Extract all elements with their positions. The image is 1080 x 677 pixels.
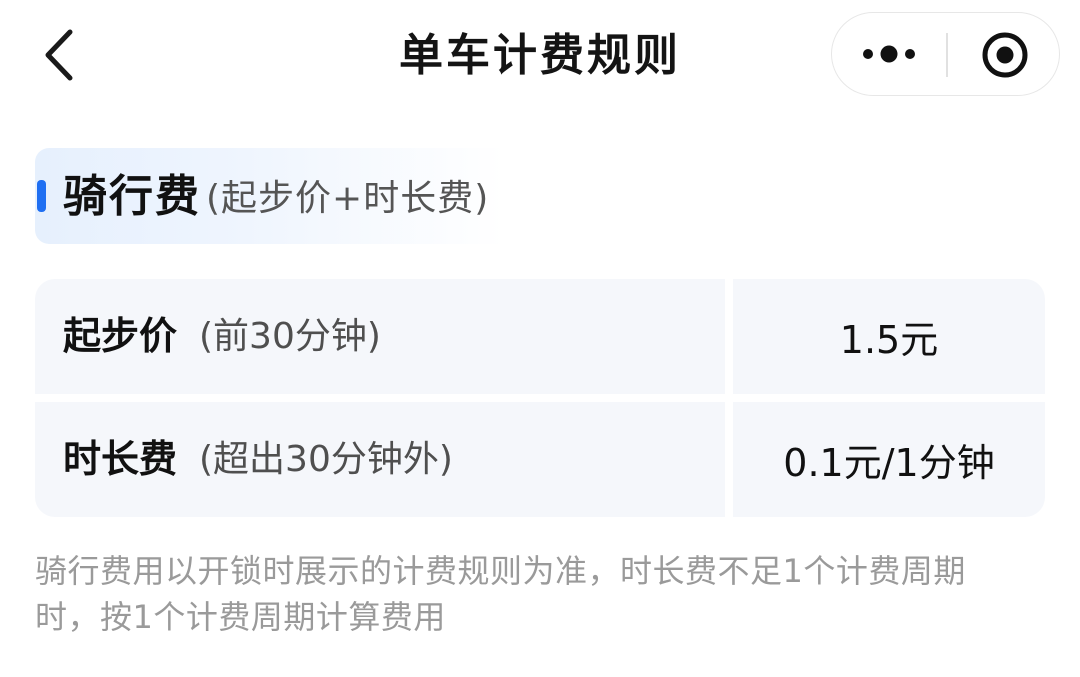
more-button[interactable] [832, 13, 946, 97]
billing-footnote: 骑行费用以开锁时展示的计费规则为准，时长费不足1个计费周期 时，按1个计费周期计… [35, 548, 1035, 640]
price-table: 起步价 (前30分钟) 1.5元 时长费 (超出30分钟外) 0.1元/1分钟 [35, 279, 1045, 517]
section-subtitle: (起步价+时长费) [206, 178, 490, 219]
fee-item-cell: 时长费 (超出30分钟外) [35, 402, 725, 517]
section-title: 骑行费 [63, 171, 201, 222]
fee-price: 1.5元 [733, 279, 1045, 394]
table-row: 时长费 (超出30分钟外) 0.1元/1分钟 [35, 402, 1045, 517]
fee-item-name: 起步价 [63, 314, 178, 358]
mini-program-capsule [831, 12, 1060, 96]
fee-item-note: (前30分钟) [199, 316, 381, 357]
fee-item-name: 时长费 [63, 437, 178, 481]
fee-item-cell: 起步价 (前30分钟) [35, 279, 725, 394]
navigation-bar: 单车计费规则 [0, 0, 1080, 110]
riding-fee-section-header: 骑行费 (起步价+时长费) [35, 148, 505, 244]
footnote-line: 时，按1个计费周期计算费用 [35, 598, 446, 636]
fee-item-note: (超出30分钟外) [199, 439, 453, 480]
footnote-line: 骑行费用以开锁时展示的计费规则为准，时长费不足1个计费周期 [35, 552, 966, 590]
more-dots-icon [863, 45, 915, 63]
table-row: 起步价 (前30分钟) 1.5元 [35, 279, 1045, 394]
record-target-icon [982, 32, 1028, 78]
section-accent-bar [37, 180, 46, 212]
fee-price: 0.1元/1分钟 [733, 402, 1045, 517]
close-mini-program-button[interactable] [948, 13, 1061, 97]
